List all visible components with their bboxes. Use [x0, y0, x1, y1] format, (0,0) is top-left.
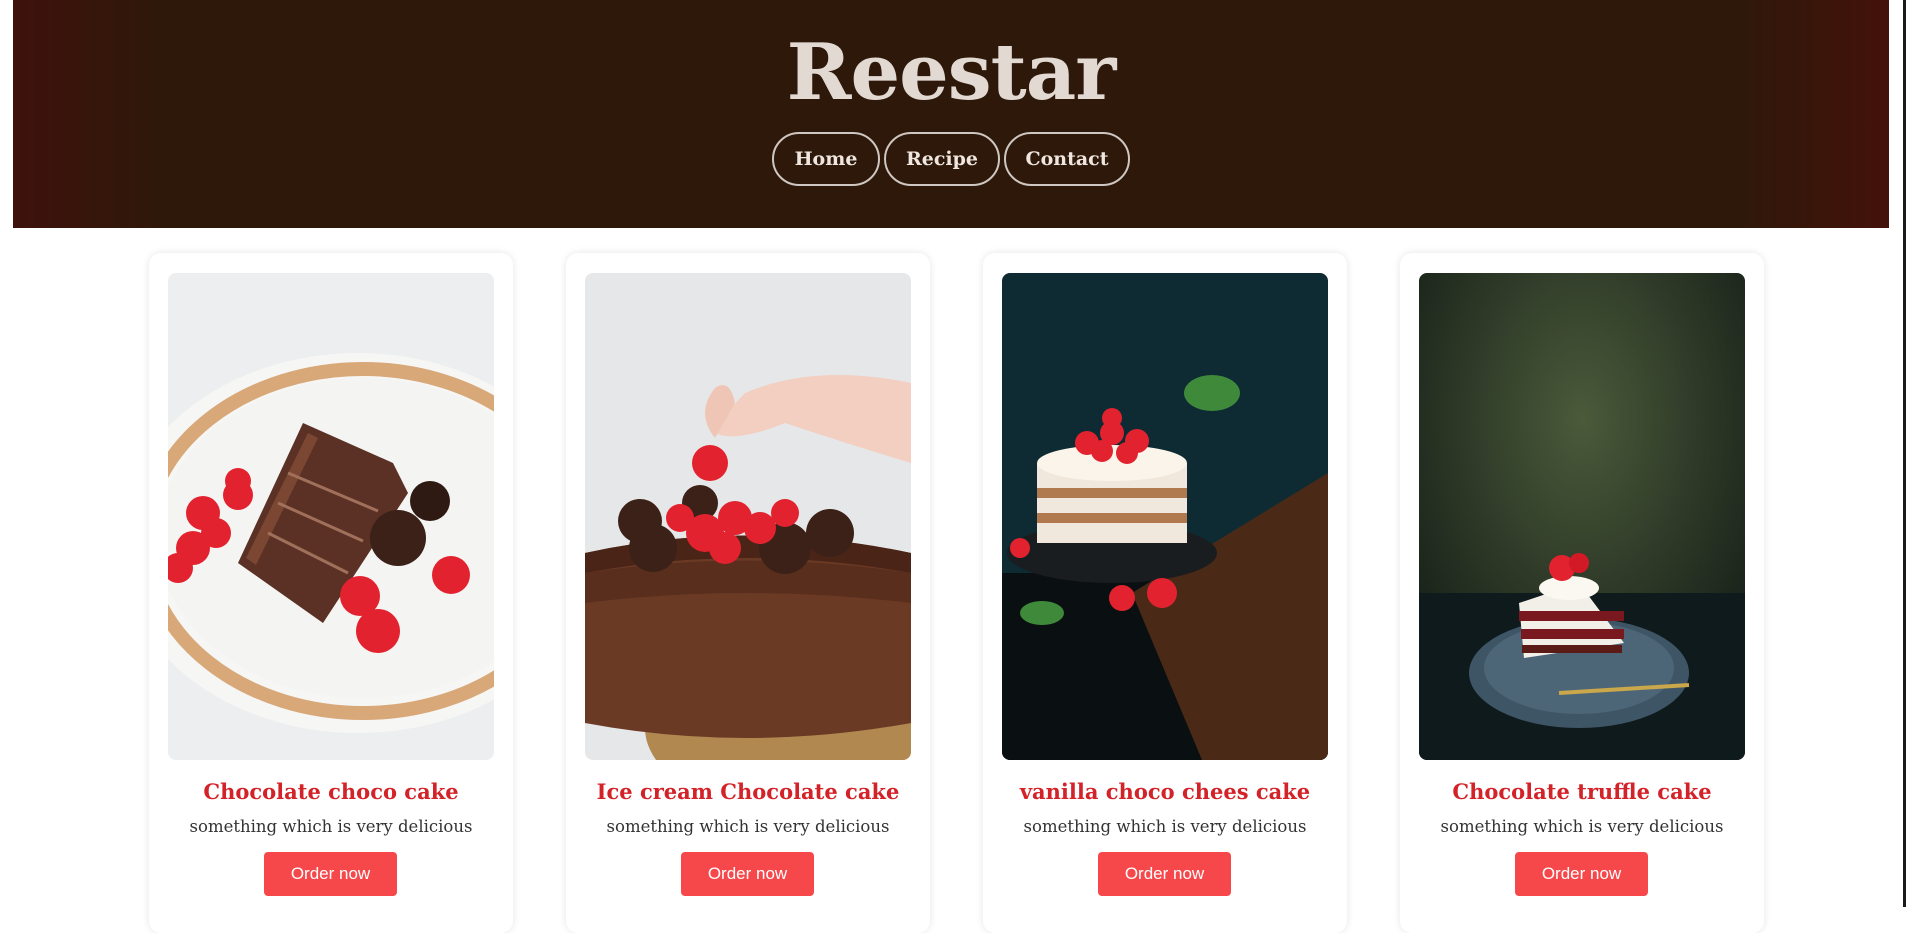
card-title: Chocolate choco cake	[203, 779, 459, 804]
product-card: Chocolate choco cake something which is …	[149, 253, 513, 933]
card-image-chocolate-truffle-cake	[1419, 273, 1745, 760]
nav-recipe-button[interactable]: Recipe	[884, 132, 1000, 186]
card-title: vanilla choco chees cake	[1019, 779, 1311, 804]
nav-contact-button[interactable]: Contact	[1004, 132, 1130, 186]
site-title: Reestar	[786, 27, 1117, 118]
card-image-chocolate-cake	[168, 273, 494, 760]
order-now-button[interactable]: Order now	[264, 852, 397, 896]
card-image-vanilla-choco-cheese-cake	[1002, 273, 1328, 760]
product-card: Chocolate truffle cake something which i…	[1400, 253, 1764, 933]
card-image-ice-cream-chocolate-cake	[585, 273, 911, 760]
order-now-button[interactable]: Order now	[1515, 852, 1648, 896]
card-title: Ice cream Chocolate cake	[596, 779, 900, 804]
card-description: something which is very delicious	[1440, 817, 1724, 836]
product-card: Ice cream Chocolate cake something which…	[566, 253, 930, 933]
card-title: Chocolate truffle cake	[1452, 779, 1712, 804]
product-card: vanilla choco chees cake something which…	[983, 253, 1347, 933]
main-nav: Home Recipe Contact	[13, 132, 1889, 186]
nav-home-button[interactable]: Home	[772, 132, 880, 186]
order-now-button[interactable]: Order now	[681, 852, 814, 896]
card-description: something which is very delicious	[606, 817, 890, 836]
card-description: something which is very delicious	[189, 817, 473, 836]
card-description: something which is very delicious	[1023, 817, 1307, 836]
order-now-button[interactable]: Order now	[1098, 852, 1231, 896]
site-header: Reestar Home Recipe Contact	[13, 0, 1889, 228]
